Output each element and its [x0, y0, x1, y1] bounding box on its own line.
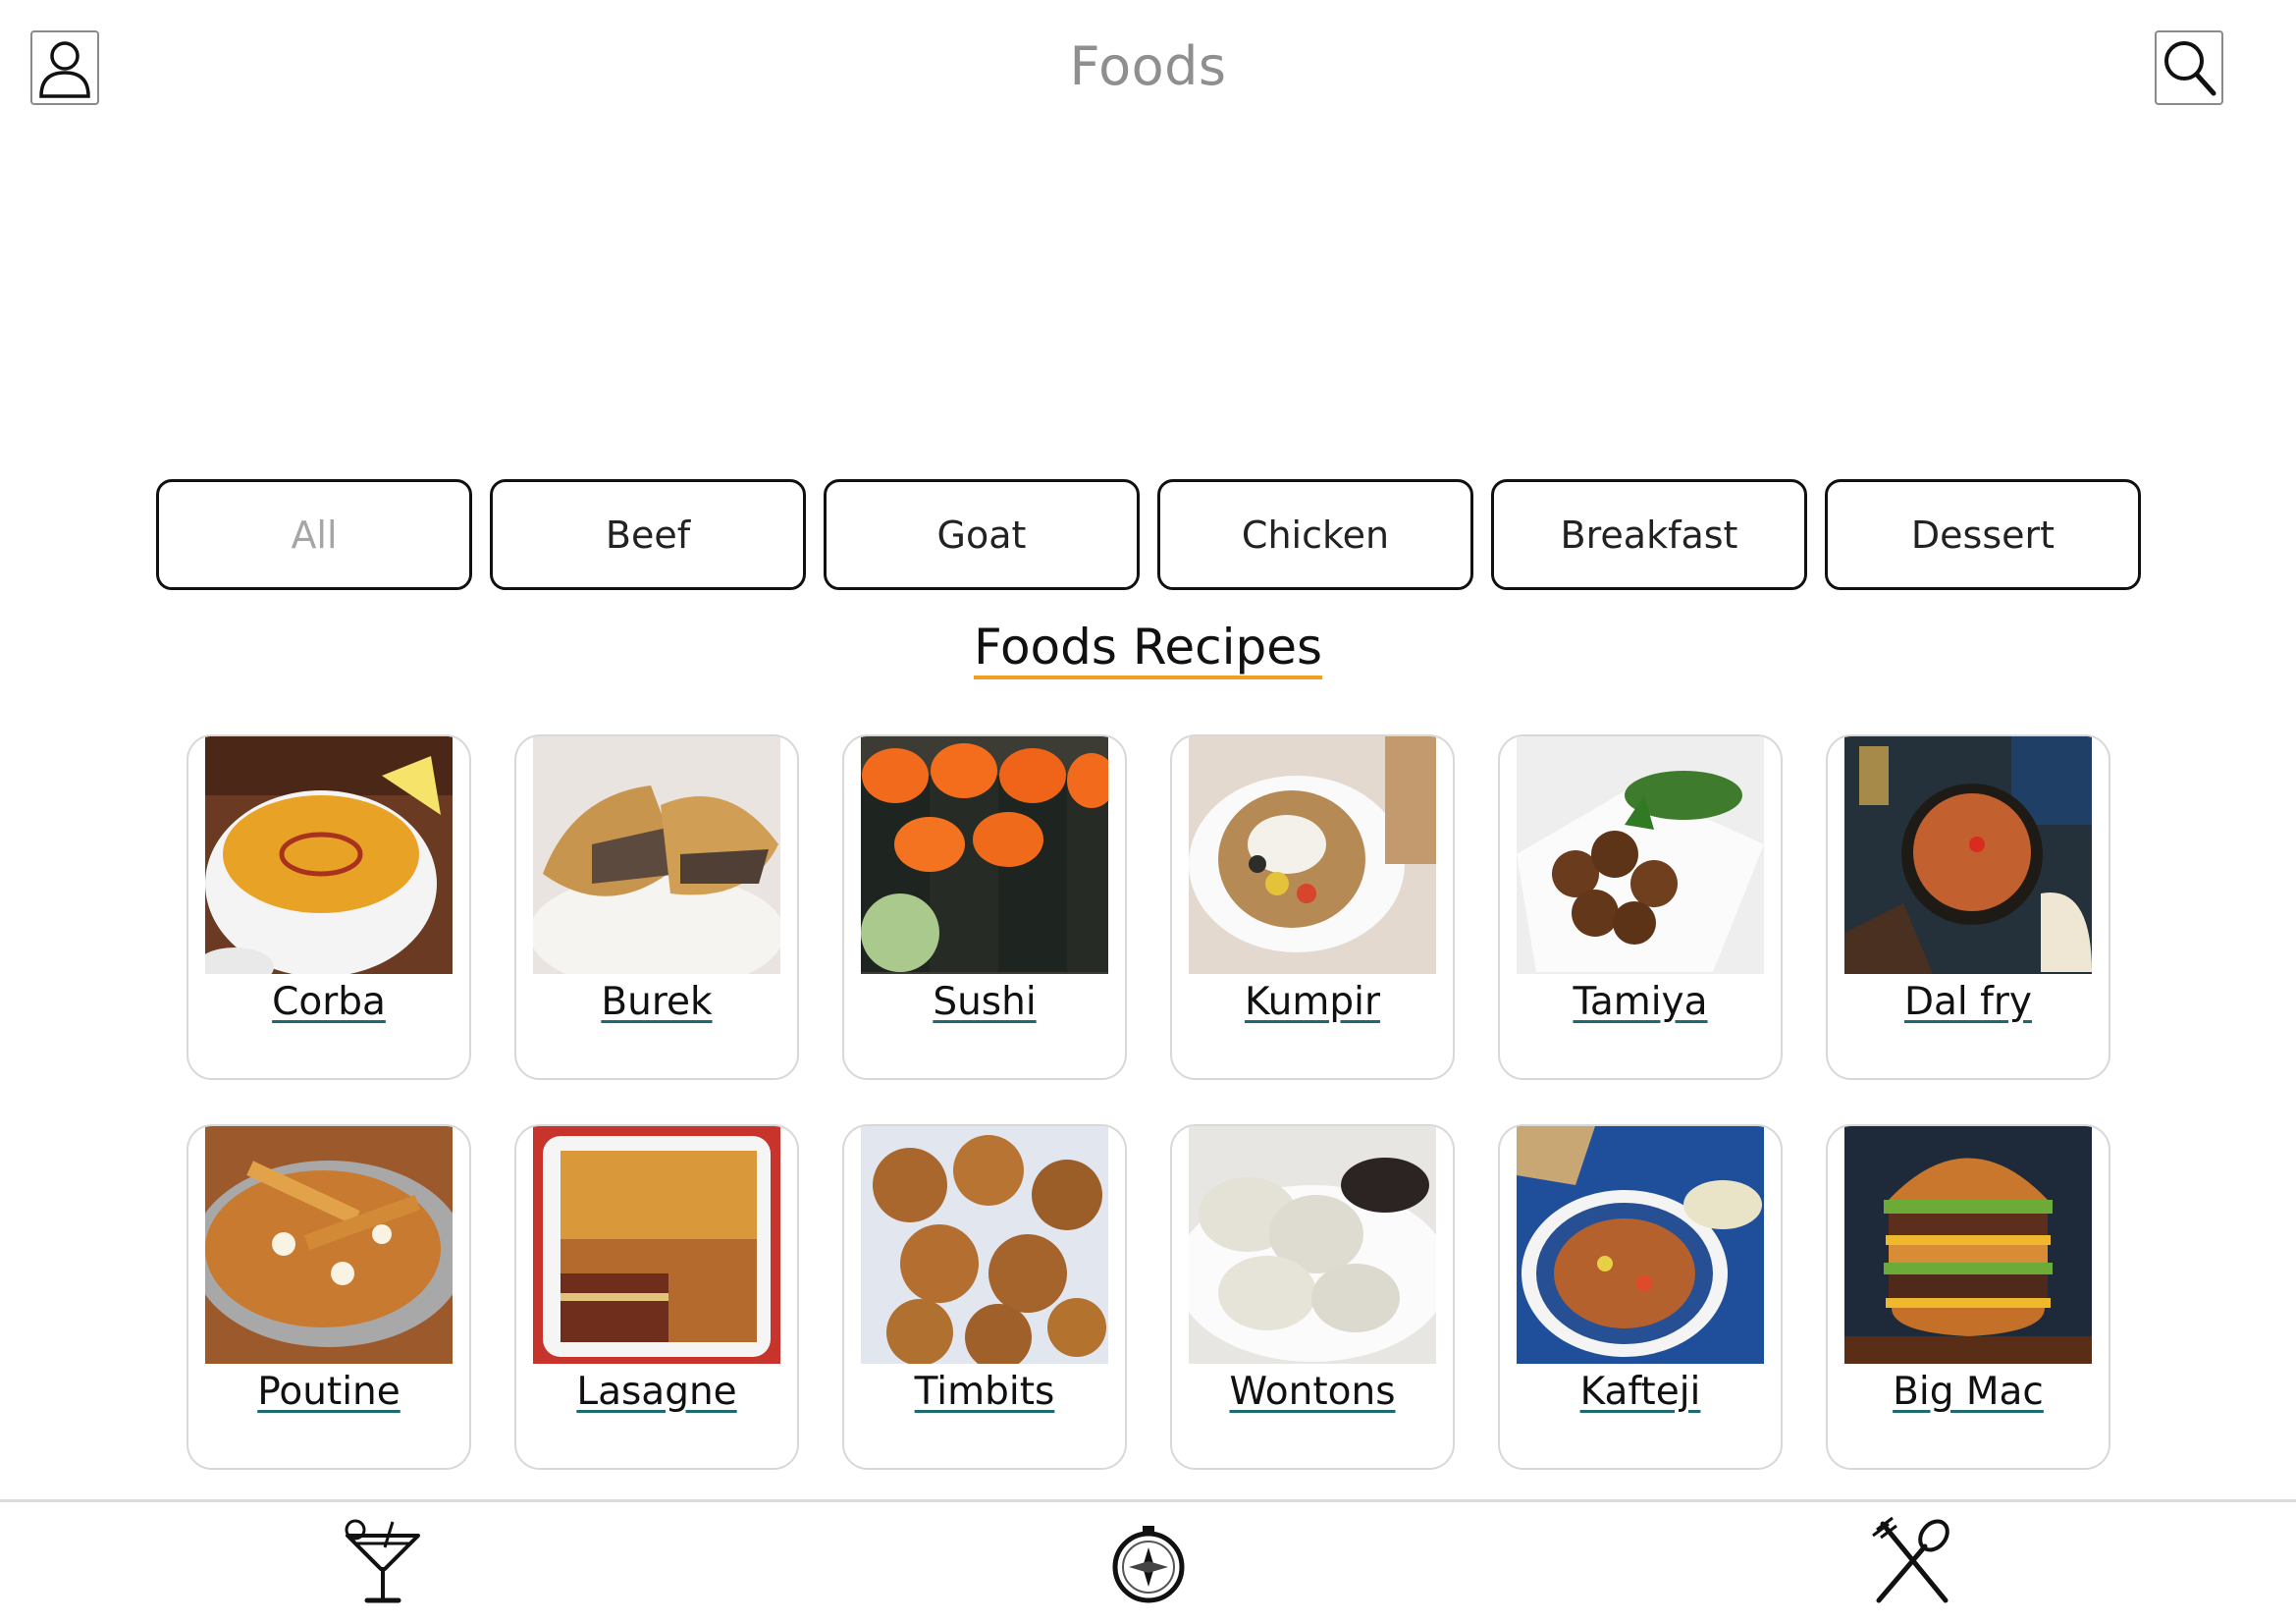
recipe-card[interactable]: Kafteji — [1498, 1124, 1783, 1470]
fries-gravy-photo — [205, 1126, 453, 1364]
recipe-name[interactable]: Tamiya — [1573, 980, 1707, 1024]
recipe-name[interactable]: Big Mac — [1893, 1370, 2044, 1414]
compass-icon — [1112, 1526, 1185, 1603]
donut-holes-photo — [861, 1126, 1108, 1364]
recipe-card[interactable]: Burek — [514, 734, 799, 1080]
recipe-name[interactable]: Kafteji — [1580, 1370, 1701, 1414]
filter-beef-button[interactable]: Beef — [490, 479, 806, 590]
search-icon — [2164, 41, 2216, 96]
sushi-rolls-photo — [861, 736, 1108, 974]
recipe-card[interactable]: Big Mac — [1826, 1124, 2110, 1470]
lentil-soup-photo — [205, 736, 453, 974]
filter-goat-button[interactable]: Goat — [824, 479, 1140, 590]
filter-all-button[interactable]: All — [156, 479, 472, 590]
recipe-name[interactable]: Burek — [601, 980, 712, 1024]
category-filter-bar: All Beef Goat Chicken Breakfast Dessert — [156, 479, 2141, 590]
utensils-icon — [1872, 1516, 1949, 1603]
recipe-name[interactable]: Dal fry — [1904, 980, 2032, 1024]
recipe-name[interactable]: Poutine — [257, 1370, 400, 1414]
recipe-name[interactable]: Lasagne — [576, 1370, 736, 1414]
filter-dessert-button[interactable]: Dessert — [1825, 479, 2141, 590]
page-title: Foods — [1069, 35, 1227, 97]
recipe-name[interactable]: Wontons — [1229, 1370, 1395, 1414]
recipe-card[interactable]: Dal fry — [1826, 734, 2110, 1080]
nav-foods-button[interactable] — [1863, 1514, 1961, 1612]
cocktail-icon — [345, 1519, 420, 1603]
recipe-card[interactable]: Poutine — [187, 1124, 471, 1470]
burger-photo — [1844, 1126, 2092, 1364]
dumplings-photo — [1189, 1126, 1436, 1364]
lentil-curry-photo — [1844, 736, 2092, 974]
recipe-name[interactable]: Timbits — [915, 1370, 1055, 1414]
stuffed-potato-photo — [1189, 736, 1436, 974]
falafel-photo — [1517, 736, 1764, 974]
meat-pastry-photo — [533, 736, 780, 974]
section-title: Foods Recipes — [0, 619, 2296, 679]
recipe-card[interactable]: Wontons — [1170, 1124, 1455, 1470]
lasagne-photo — [533, 1126, 780, 1364]
recipe-card[interactable]: Kumpir — [1170, 734, 1455, 1080]
filter-chicken-button[interactable]: Chicken — [1157, 479, 1473, 590]
filter-breakfast-button[interactable]: Breakfast — [1491, 479, 1807, 590]
recipe-card[interactable]: Corba — [187, 734, 471, 1080]
vegetable-stew-photo — [1517, 1126, 1764, 1364]
recipe-card[interactable]: Timbits — [842, 1124, 1127, 1470]
section-title-text: Foods Recipes — [973, 619, 1323, 679]
nav-drinks-button[interactable] — [334, 1514, 432, 1612]
bottom-navigation — [0, 1499, 2296, 1623]
search-button[interactable] — [2155, 30, 2223, 105]
recipe-grid: Corba Burek Sushi Kumpir Tamiya Dal fry … — [187, 734, 2110, 1470]
nav-explore-button[interactable] — [1099, 1514, 1198, 1612]
recipe-name[interactable]: Corba — [272, 980, 386, 1024]
recipe-card[interactable]: Lasagne — [514, 1124, 799, 1470]
recipe-name[interactable]: Sushi — [933, 980, 1036, 1024]
recipe-name[interactable]: Kumpir — [1245, 980, 1380, 1024]
recipe-card[interactable]: Sushi — [842, 734, 1127, 1080]
recipe-card[interactable]: Tamiya — [1498, 734, 1783, 1080]
